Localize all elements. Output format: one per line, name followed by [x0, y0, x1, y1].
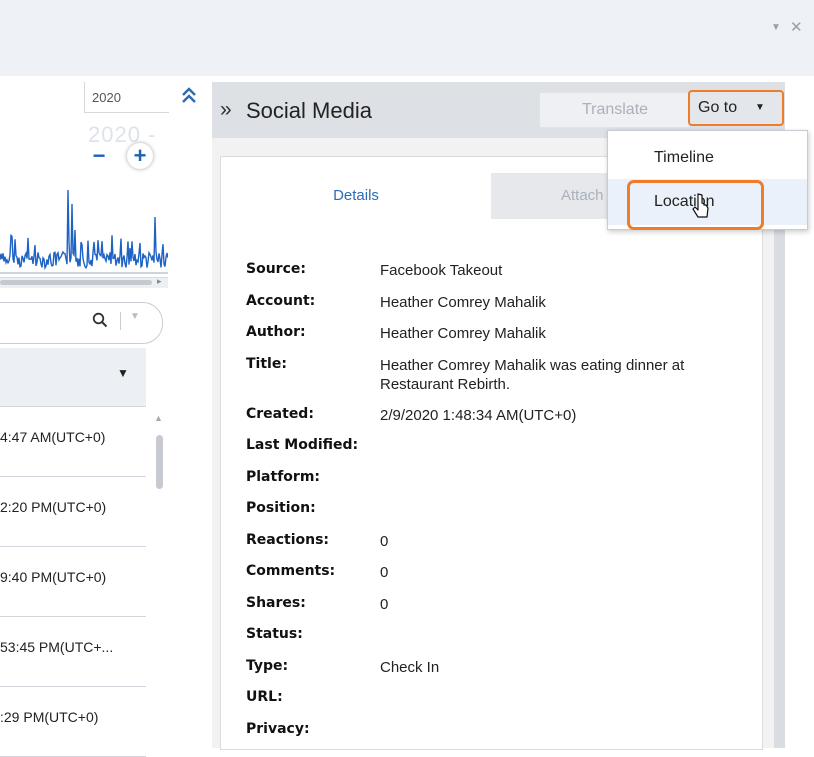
field-label: Position: [246, 500, 316, 516]
field-value: Facebook Takeout [380, 262, 503, 279]
field-value: Heather Comrey Mahalik [380, 325, 546, 342]
list-item-time: 9:40 PM(UTC+0) [0, 569, 107, 585]
field-shares: Shares: 0 [246, 591, 756, 623]
field-status: Status: [246, 622, 756, 654]
list-item[interactable]: :29 PM(UTC+0) [0, 687, 146, 757]
caret-down-icon: ▼ [755, 102, 765, 113]
field-value: Check In [380, 658, 440, 676]
field-value: 0 [380, 532, 389, 550]
list-item-time: 2:20 PM(UTC+0) [0, 499, 107, 515]
list-item-time: :29 PM(UTC+0) [0, 709, 99, 725]
zoom-out-button[interactable]: − [86, 143, 112, 169]
list-vertical-scrollbar[interactable]: ▲ [152, 411, 166, 748]
zoom-in-button[interactable]: + [127, 143, 153, 169]
window-dropdown-icon[interactable]: ▼ [771, 22, 781, 33]
field-label: Title: [246, 355, 287, 372]
field-last-modified: Last Modified: [246, 433, 756, 465]
window-close-icon[interactable]: ✕ [790, 18, 803, 36]
field-privacy: Privacy: [246, 717, 756, 749]
list-item[interactable]: 53:45 PM(UTC+... [0, 617, 146, 687]
list-item[interactable]: 9:40 PM(UTC+0) [0, 547, 146, 617]
field-label: Shares: [246, 594, 306, 611]
list-column-header[interactable]: ▼ [0, 348, 146, 407]
list-item[interactable]: 2:20 PM(UTC+0) [0, 477, 146, 547]
activity-sparkline [0, 189, 168, 274]
field-value: Heather Comrey Mahalik [380, 293, 546, 311]
double-chevron-up-icon[interactable] [178, 84, 200, 106]
translate-button[interactable]: Translate [539, 92, 691, 128]
field-label: Last Modified: [246, 437, 359, 453]
list-item-time: 53:45 PM(UTC+... [0, 639, 114, 655]
year-label: 2020 [92, 90, 121, 105]
panel-title: Social Media [246, 98, 372, 123]
field-type: Type: Check In [246, 654, 756, 686]
field-label: Comments: [246, 563, 336, 579]
field-label: Privacy: [246, 720, 310, 737]
field-platform: Platform: [246, 465, 756, 497]
field-label: URL: [246, 689, 283, 705]
goto-button[interactable]: Go to ▼ [688, 90, 784, 126]
field-label: Created: [246, 405, 314, 422]
field-label: Reactions: [246, 531, 330, 548]
list-item[interactable]: 4:47 AM(UTC+0) [0, 407, 146, 477]
search-icon[interactable] [92, 312, 108, 328]
field-label: Status: [246, 626, 303, 642]
field-author: Author: Heather Comrey Mahalik [246, 320, 756, 352]
scrollbar-thumb[interactable] [156, 435, 163, 489]
field-label: Author: [246, 324, 306, 340]
field-value: 2/9/2020 1:48:34 AM(UTC+0) [380, 406, 577, 424]
field-label: Type: [246, 657, 289, 674]
event-list: 4:47 AM(UTC+0) 2:20 PM(UTC+0) 9:40 PM(UT… [0, 407, 146, 757]
field-label: Source: [246, 261, 306, 277]
field-reactions: Reactions: 0 [246, 528, 756, 560]
left-pane: 2020 2020 - − + ▸ ▼ ▼ 4:47 AM(UTC+0) 2:2… [0, 76, 176, 757]
window-title-bar: ▼ ✕ [0, 0, 814, 76]
scroll-right-icon[interactable]: ▸ [157, 276, 162, 287]
field-comments: Comments: 0 [246, 559, 756, 591]
tab-details[interactable]: Details [221, 173, 491, 219]
menu-item-timeline[interactable]: Timeline [608, 135, 807, 181]
field-title: Title: Heather Comrey Mahalik was eating… [246, 352, 756, 402]
field-value: Heather Comrey Mahalik was eating dinner… [380, 356, 685, 393]
field-url: URL: [246, 685, 756, 717]
field-position: Position: [246, 496, 756, 528]
goto-label: Go to [698, 99, 738, 116]
list-item-time: 4:47 AM(UTC+0) [0, 429, 106, 445]
field-value: 0 [380, 564, 389, 581]
field-account: Account: Heather Comrey Mahalik [246, 289, 756, 321]
search-options-icon[interactable]: ▼ [130, 311, 140, 322]
field-created: Created: 2/9/2020 1:48:34 AM(UTC+0) [246, 402, 756, 434]
chart-horizontal-scrollbar[interactable]: ▸ [0, 276, 168, 288]
scroll-up-icon[interactable]: ▲ [154, 413, 163, 423]
scrollbar-thumb[interactable] [0, 280, 152, 285]
field-label: Platform: [246, 468, 320, 485]
mouse-pointer-icon [692, 193, 709, 218]
details-card: Details Attach Source: Facebook Takeout … [220, 156, 763, 750]
detail-fields: Source: Facebook Takeout Account: Heathe… [246, 257, 756, 748]
field-value: 0 [380, 595, 389, 613]
double-chevron-right-icon[interactable]: » [220, 98, 232, 122]
search-separator [120, 312, 121, 330]
search-box[interactable]: ▼ [0, 302, 163, 344]
field-label: Account: [246, 292, 316, 309]
chevron-down-icon[interactable]: ▼ [117, 366, 129, 380]
field-source: Source: Facebook Takeout [246, 257, 756, 289]
